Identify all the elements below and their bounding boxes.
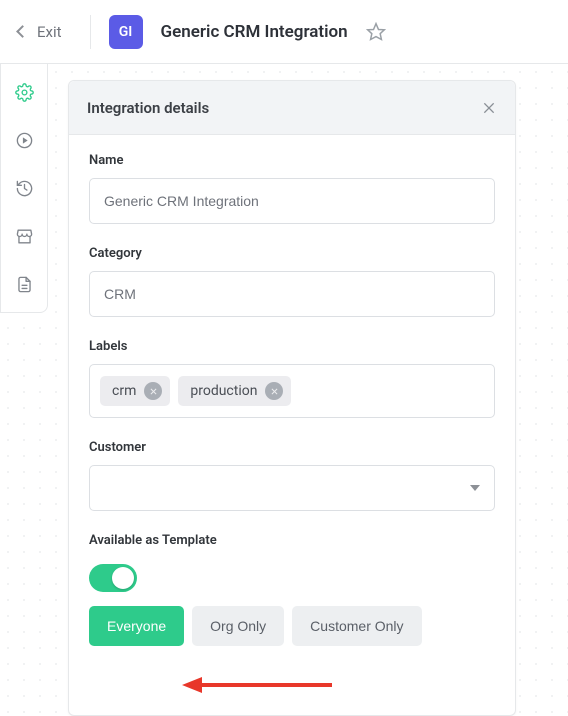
gear-icon [15, 83, 34, 102]
chevron-left-icon [16, 25, 29, 38]
visibility-option-org-only[interactable]: Org Only [192, 606, 284, 646]
history-icon [15, 179, 34, 198]
labels-input[interactable]: crm production [89, 364, 495, 418]
sidebar-item-history[interactable] [10, 174, 38, 202]
name-input[interactable] [89, 178, 495, 224]
customer-label: Customer [89, 440, 495, 455]
app-title: Generic CRM Integration [161, 22, 348, 42]
file-text-icon [15, 275, 34, 294]
header-divider [90, 15, 91, 49]
visibility-option-everyone[interactable]: Everyone [89, 606, 184, 646]
toggle-knob [112, 567, 134, 589]
close-icon [481, 100, 497, 116]
sidebar-item-docs[interactable] [10, 270, 38, 298]
sidebar-item-settings[interactable] [10, 78, 38, 106]
template-label: Available as Template [89, 533, 495, 548]
exit-label: Exit [37, 23, 62, 41]
category-label: Category [89, 246, 495, 261]
label-chip-text: crm [112, 383, 136, 399]
category-input[interactable] [89, 271, 495, 317]
integration-details-panel: Integration details Name Category Labels [68, 80, 516, 716]
remove-label-button[interactable] [144, 382, 162, 400]
name-label: Name [89, 153, 495, 168]
exit-button[interactable]: Exit [18, 23, 62, 41]
close-panel-button[interactable] [481, 100, 497, 116]
chevron-down-icon [470, 485, 480, 491]
close-icon [149, 387, 158, 396]
template-visibility-segmented: Everyone Org Only Customer Only [89, 606, 495, 646]
sidebar-item-run[interactable] [10, 126, 38, 154]
sidebar-item-marketplace[interactable] [10, 222, 38, 250]
customer-select[interactable] [89, 465, 495, 511]
app-badge: GI [109, 15, 143, 49]
visibility-option-customer-only[interactable]: Customer Only [292, 606, 421, 646]
play-circle-icon [15, 131, 34, 150]
favorite-button[interactable] [366, 22, 386, 42]
storefront-icon [15, 227, 34, 246]
label-chip: crm [100, 376, 170, 406]
left-toolbar [0, 64, 48, 313]
star-icon [366, 22, 386, 42]
label-chip: production [178, 376, 291, 406]
remove-label-button[interactable] [265, 382, 283, 400]
labels-label: Labels [89, 339, 495, 354]
panel-title: Integration details [87, 99, 209, 117]
close-icon [270, 387, 279, 396]
label-chip-text: production [190, 383, 257, 399]
template-toggle[interactable] [89, 564, 137, 592]
